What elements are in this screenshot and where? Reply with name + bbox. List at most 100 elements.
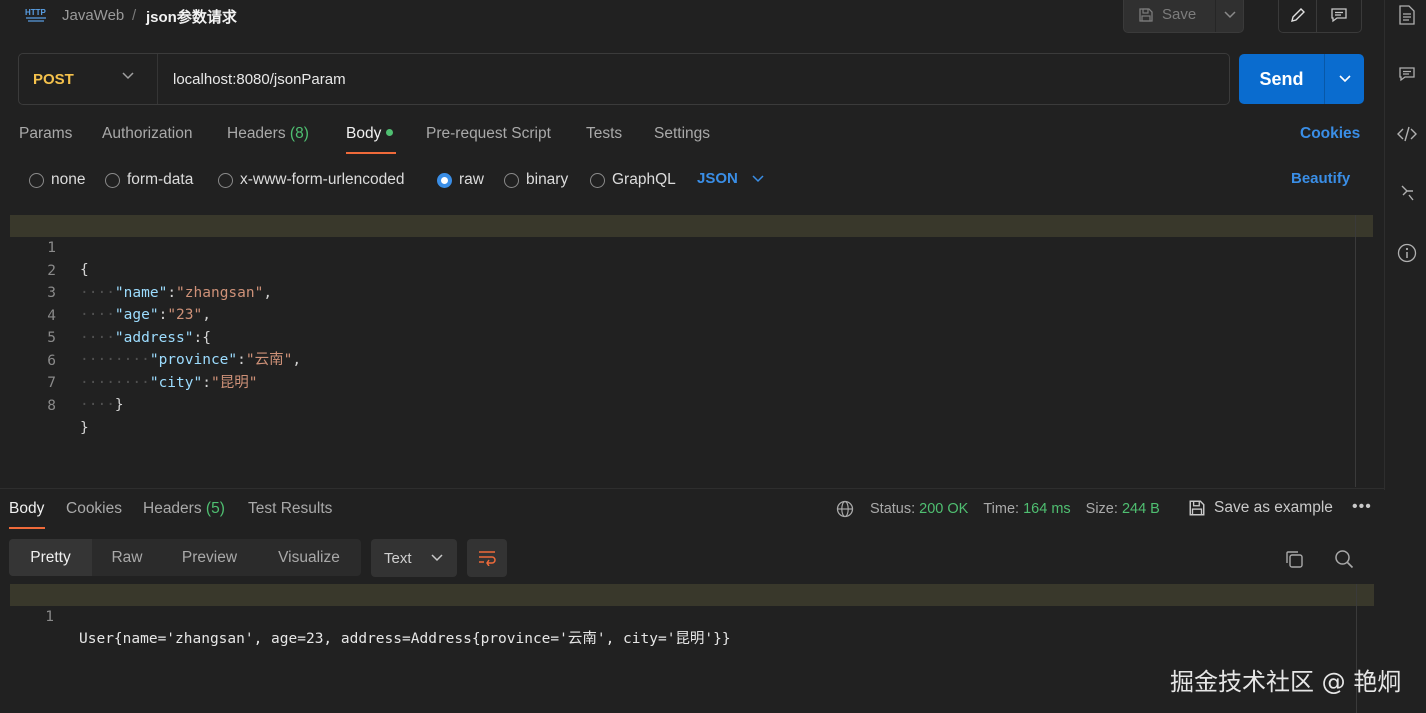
save-button-group: Save xyxy=(1123,0,1244,33)
save-button[interactable]: Save xyxy=(1124,0,1215,32)
info-icon[interactable] xyxy=(1397,243,1417,263)
comment-icon[interactable] xyxy=(1397,64,1417,84)
related-collections-icon[interactable] xyxy=(1397,183,1417,203)
radio-binary[interactable]: binary xyxy=(504,171,568,189)
code-line: 2 ····"name":"zhangsan", xyxy=(10,238,1373,301)
send-button[interactable]: Send xyxy=(1239,54,1324,104)
response-view-switcher: Pretty Raw Preview Visualize xyxy=(9,539,361,576)
save-icon xyxy=(1139,7,1153,22)
tab-tests[interactable]: Tests xyxy=(586,125,622,143)
response-body-line[interactable]: 1 User{name='zhangsan', age=23, address=… xyxy=(10,584,1374,647)
code-token: } xyxy=(114,397,124,413)
cookies-link[interactable]: Cookies xyxy=(1300,125,1360,143)
method-label: POST xyxy=(33,70,74,88)
tab-pre-request-script[interactable]: Pre-request Script xyxy=(426,125,551,143)
view-preview[interactable]: Preview xyxy=(162,539,257,576)
radio-form-data-label: form-data xyxy=(127,171,194,188)
response-tab-headers-count: (5) xyxy=(205,500,225,517)
radio-circle xyxy=(590,172,605,188)
request-body-editor[interactable]: 1 { 2 ····"name":"zhangsan", 3 ····"age"… xyxy=(10,215,1373,487)
response-format-select[interactable]: Text xyxy=(371,539,457,577)
response-tab-test-results[interactable]: Test Results xyxy=(248,500,332,518)
radio-circle xyxy=(218,172,233,188)
code-line: 4 ····"address":{ xyxy=(10,283,1373,346)
radio-graphql-label: GraphQL xyxy=(612,171,676,188)
chevron-down-icon xyxy=(1224,10,1236,18)
copy-button[interactable] xyxy=(1283,548,1305,570)
tab-headers[interactable]: Headers (8) xyxy=(227,125,309,143)
editor-scrollbar[interactable] xyxy=(1355,215,1356,487)
radio-none-label: none xyxy=(51,171,86,188)
tab-settings[interactable]: Settings xyxy=(654,125,710,143)
comments-button[interactable] xyxy=(1317,0,1362,33)
line-number: 1 xyxy=(45,609,54,625)
code-token: } xyxy=(80,420,89,436)
code-line: 7 ····} xyxy=(10,350,1373,413)
code-line: 5 ········"province":"云南", xyxy=(10,305,1373,368)
response-tab-cookies[interactable]: Cookies xyxy=(66,500,122,518)
tab-params[interactable]: Params xyxy=(19,125,72,143)
body-indicator-dot xyxy=(386,129,394,137)
breadcrumb-separator: / xyxy=(132,7,137,24)
radio-raw[interactable]: raw xyxy=(437,171,484,189)
beautify-button[interactable]: Beautify xyxy=(1291,170,1350,187)
edit-button[interactable] xyxy=(1278,0,1317,33)
url-bar: POST xyxy=(18,53,1230,105)
view-raw[interactable]: Raw xyxy=(92,539,162,576)
radio-none[interactable]: none xyxy=(29,171,85,189)
radio-circle xyxy=(29,172,44,188)
tab-body-label: Body xyxy=(346,125,382,142)
radio-binary-label: binary xyxy=(526,171,569,188)
code-line: 3 ····"age":"23", xyxy=(10,260,1373,323)
breadcrumb-parent[interactable]: JavaWeb xyxy=(62,7,124,24)
save-icon xyxy=(1189,500,1205,516)
pane-divider[interactable] xyxy=(0,488,1384,489)
chevron-down-icon xyxy=(431,554,443,562)
comment-icon xyxy=(1331,7,1347,22)
save-label: Save xyxy=(1162,6,1197,23)
view-visualize[interactable]: Visualize xyxy=(257,539,361,576)
code-line: 6 ········"city":"昆明" xyxy=(10,328,1373,391)
line-number: 8 xyxy=(47,398,56,414)
radio-circle xyxy=(504,172,519,188)
documentation-icon[interactable] xyxy=(1397,5,1417,25)
http-icon: HTTP xyxy=(24,5,48,23)
more-options-icon[interactable]: ••• xyxy=(1352,498,1372,516)
response-tab-headers-label: Headers xyxy=(143,500,202,517)
response-tab-body[interactable]: Body xyxy=(9,500,44,518)
request-name[interactable]: json参数请求 xyxy=(146,6,237,27)
radio-urlencoded-label: x-www-form-urlencoded xyxy=(240,171,405,188)
active-tab-indicator xyxy=(346,152,396,154)
globe-icon[interactable] xyxy=(836,500,854,518)
save-as-example-label: Save as example xyxy=(1214,499,1333,516)
save-as-example-button[interactable]: Save as example xyxy=(1188,499,1333,517)
pencil-icon xyxy=(1290,7,1305,22)
tab-body[interactable]: Body xyxy=(346,125,394,143)
response-tab-headers[interactable]: Headers (5) xyxy=(143,500,225,518)
wrap-lines-button[interactable] xyxy=(467,539,507,577)
radio-form-data[interactable]: form-data xyxy=(105,171,193,189)
chevron-down-icon xyxy=(1338,75,1351,83)
active-response-tab-indicator xyxy=(9,527,45,529)
size-value[interactable]: 244 B xyxy=(1122,501,1160,517)
save-options-button[interactable] xyxy=(1215,0,1244,32)
time-label: Time: xyxy=(983,501,1020,517)
search-button[interactable] xyxy=(1333,548,1355,570)
tab-authorization[interactable]: Authorization xyxy=(102,125,192,143)
radio-graphql[interactable]: GraphQL xyxy=(590,171,676,189)
status-value[interactable]: 200 OK xyxy=(919,501,968,517)
response-status-area: Status: 200 OK Time: 164 ms Size: 244 B xyxy=(836,500,1160,518)
search-icon xyxy=(1335,550,1354,569)
time-value[interactable]: 164 ms xyxy=(1023,501,1071,517)
view-pretty[interactable]: Pretty xyxy=(9,539,92,576)
send-options-button[interactable] xyxy=(1324,54,1364,104)
tab-headers-label: Headers xyxy=(227,125,286,142)
chevron-down-icon xyxy=(752,174,764,182)
radio-raw-label: raw xyxy=(459,171,484,188)
radio-urlencoded[interactable]: x-www-form-urlencoded xyxy=(218,171,405,189)
url-input[interactable] xyxy=(159,54,1219,104)
body-format-select[interactable]: JSON xyxy=(697,170,764,187)
method-select[interactable]: POST xyxy=(19,54,158,104)
code-icon[interactable] xyxy=(1397,124,1417,144)
size-label: Size: xyxy=(1085,501,1118,517)
